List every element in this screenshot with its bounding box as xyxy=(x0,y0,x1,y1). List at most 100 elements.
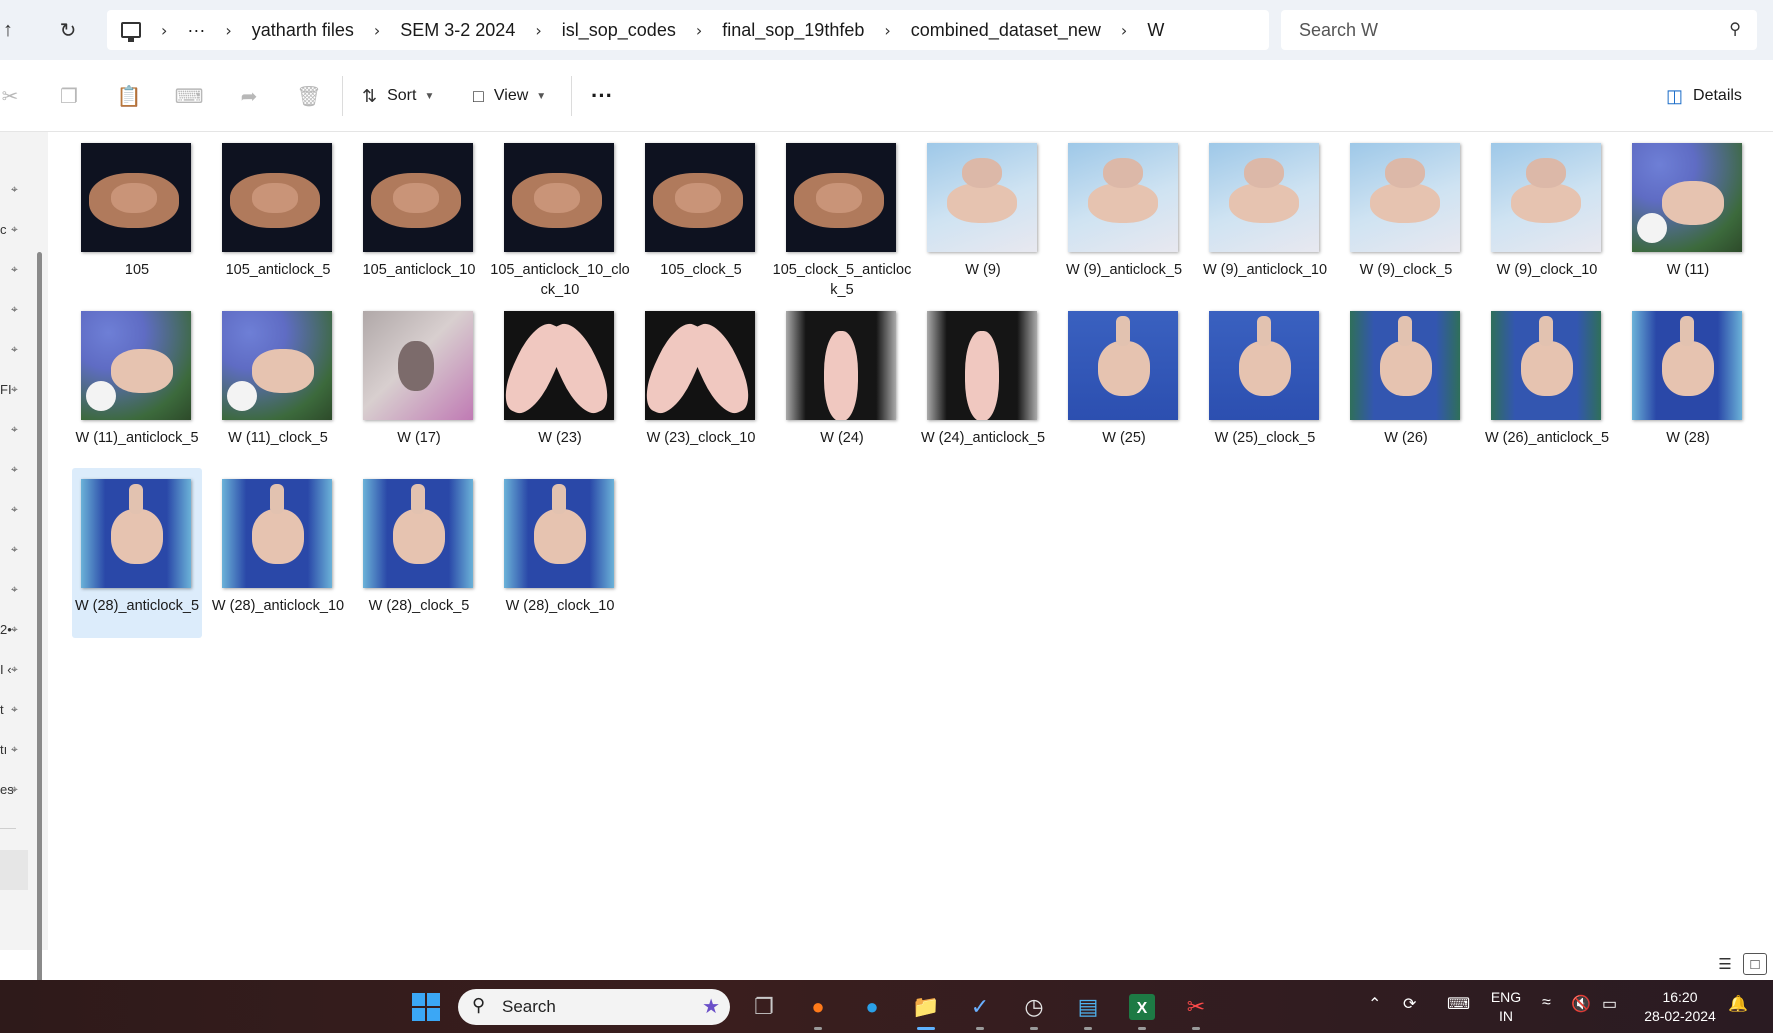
start-icon[interactable] xyxy=(409,990,443,1024)
details-button[interactable]: ◫ Details xyxy=(1666,82,1742,110)
breadcrumb-item-current[interactable]: W xyxy=(1147,20,1164,41)
breadcrumb-overflow[interactable]: ··· xyxy=(187,20,205,41)
battery-icon[interactable]: ▭ xyxy=(1602,994,1617,1014)
file-item[interactable]: 105_anticlock_10_clock_10 xyxy=(490,132,630,302)
this-pc-icon[interactable] xyxy=(121,22,141,42)
quick-access-label: 2• xyxy=(0,622,12,637)
file-item[interactable]: W (11) xyxy=(1623,132,1753,302)
keyboard-icon[interactable]: ⌨ xyxy=(1447,994,1470,1014)
file-name: W (28) xyxy=(1666,430,1710,446)
file-explorer-icon[interactable]: 📁 xyxy=(909,990,943,1030)
quick-access-item[interactable]: ⌖ xyxy=(0,260,30,280)
quick-access-item[interactable]: tı ⌖ xyxy=(0,740,30,760)
more-options-button[interactable]: ··· xyxy=(591,82,613,110)
todo-icon[interactable]: ✓ xyxy=(963,990,997,1030)
quick-access-item[interactable]: ⌖ xyxy=(0,180,30,200)
file-item[interactable]: W (9) xyxy=(918,132,1048,302)
task-view-icon[interactable]: ❐ xyxy=(747,990,781,1024)
speaker-muted-icon[interactable]: 🔇 xyxy=(1571,994,1591,1014)
language-indicator[interactable]: ENG IN xyxy=(1488,988,1524,1026)
file-item[interactable]: W (26)_anticlock_5 xyxy=(1482,300,1612,470)
file-item[interactable]: W (23)_clock_10 xyxy=(636,300,766,470)
quick-access-item[interactable]: ⌖ xyxy=(0,460,30,480)
file-item[interactable]: W (25)_clock_5 xyxy=(1200,300,1330,470)
file-item[interactable]: W (11)_clock_5 xyxy=(213,300,343,470)
search-input[interactable]: Search W ⚲ xyxy=(1281,10,1757,50)
taskbar-search-box[interactable]: ⚲ Search ★ xyxy=(458,989,730,1025)
quick-access-item[interactable]: es ⌖ xyxy=(0,780,30,800)
cut-icon[interactable]: ✂ xyxy=(0,82,24,110)
file-item[interactable]: 105_anticlock_5 xyxy=(213,132,343,302)
quick-access-item[interactable]: ⌖ xyxy=(0,540,30,560)
quick-access-item[interactable]: ⌖ xyxy=(0,340,30,360)
file-name: 105 xyxy=(124,262,150,278)
file-name: 105_clock_5 xyxy=(660,262,742,278)
breadcrumb-item[interactable]: combined_dataset_new xyxy=(911,20,1101,41)
details-view-icon[interactable]: ☰ xyxy=(1713,953,1737,975)
file-item[interactable]: W (28)_anticlock_5 xyxy=(72,468,202,638)
quick-access-item[interactable]: ⌖ xyxy=(0,300,30,320)
file-item[interactable]: W (9)_clock_10 xyxy=(1482,132,1612,302)
up-arrow-icon[interactable]: ↑ xyxy=(0,14,24,46)
paste-icon[interactable]: 📋 xyxy=(115,82,143,110)
nav-scrollbar[interactable] xyxy=(37,252,42,1022)
file-item[interactable]: W (25) xyxy=(1059,300,1189,470)
file-item[interactable]: 105 xyxy=(72,132,202,302)
snipping-tool-icon[interactable]: ✂ xyxy=(1179,990,1213,1030)
breadcrumb-item[interactable]: yatharth files xyxy=(252,20,354,41)
quick-access-item[interactable]: FI ⌖ xyxy=(0,380,30,400)
excel-icon[interactable]: X xyxy=(1125,990,1159,1030)
pin-icon: ⌖ xyxy=(11,502,18,516)
file-item[interactable]: W (23) xyxy=(495,300,625,470)
file-item[interactable]: W (28) xyxy=(1623,300,1753,470)
region-line: IN xyxy=(1499,1008,1513,1024)
nav-selected-item[interactable] xyxy=(0,850,28,890)
quick-access-item[interactable]: c ⌖ xyxy=(0,220,30,240)
file-item[interactable]: W (26) xyxy=(1341,300,1471,470)
refresh-icon[interactable]: ↻ xyxy=(52,14,84,46)
breadcrumb[interactable]: › ··· › yatharth files › SEM 3-2 2024 › … xyxy=(107,10,1269,50)
thumbnail-shape xyxy=(270,484,284,514)
file-thumbnail xyxy=(504,143,614,252)
file-item[interactable]: W (9)_anticlock_10 xyxy=(1200,132,1330,302)
quick-access-item[interactable]: I ‹ ⌖ xyxy=(0,660,30,680)
sort-button[interactable]: ⇅ Sort ▼ xyxy=(362,82,434,110)
chevron-up-icon[interactable]: ⌃ xyxy=(1368,994,1381,1014)
file-item[interactable]: W (24) xyxy=(777,300,907,470)
notification-bell-icon[interactable]: 🔔 xyxy=(1728,994,1748,1014)
thumbnail-shape xyxy=(1239,341,1291,396)
file-item[interactable]: 105_clock_5_anticlock_5 xyxy=(773,132,911,302)
sync-icon[interactable]: ⟳ xyxy=(1403,994,1416,1014)
quick-access-item[interactable]: t ⌖ xyxy=(0,700,30,720)
breadcrumb-item[interactable]: isl_sop_codes xyxy=(562,20,676,41)
breadcrumb-item[interactable]: final_sop_19thfeb xyxy=(722,20,864,41)
file-item[interactable]: W (17) xyxy=(354,300,484,470)
file-item[interactable]: W (28)_anticlock_10 xyxy=(212,468,344,638)
copy-icon[interactable]: ❐ xyxy=(55,82,83,110)
quick-access-item[interactable]: 2• ⌖ xyxy=(0,620,30,640)
file-item[interactable]: 105_anticlock_10 xyxy=(354,132,484,302)
notepad-icon[interactable]: ▤ xyxy=(1071,990,1105,1030)
file-item[interactable]: W (24)_anticlock_5 xyxy=(918,300,1048,470)
file-item[interactable]: W (9)_anticlock_5 xyxy=(1059,132,1189,302)
view-button[interactable]: □ View ▼ xyxy=(473,82,546,110)
file-item[interactable]: W (9)_clock_5 xyxy=(1341,132,1471,302)
file-item[interactable]: W (11)_anticlock_5 xyxy=(72,300,202,470)
edge-icon[interactable]: ● xyxy=(855,990,889,1024)
quick-access-item[interactable]: ⌖ xyxy=(0,500,30,520)
wifi-icon[interactable]: ≈ xyxy=(1542,994,1551,1012)
large-icons-view-icon[interactable]: □ xyxy=(1743,953,1767,975)
file-item[interactable]: W (28)_clock_10 xyxy=(495,468,625,638)
delete-icon[interactable]: 🗑 xyxy=(295,82,323,110)
rename-icon[interactable]: ⌨ xyxy=(175,82,204,110)
file-name: 105_anticlock_10_clock_10 xyxy=(490,262,630,298)
firefox-icon[interactable]: ● xyxy=(801,990,835,1030)
file-item[interactable]: 105_clock_5 xyxy=(636,132,766,302)
breadcrumb-item[interactable]: SEM 3-2 2024 xyxy=(400,20,515,41)
file-item[interactable]: W (28)_clock_5 xyxy=(354,468,484,638)
clock-icon[interactable]: ◷ xyxy=(1017,990,1051,1030)
quick-access-item[interactable]: ⌖ xyxy=(0,580,30,600)
share-icon[interactable]: ➦ xyxy=(235,82,263,110)
system-clock[interactable]: 16:20 28-02-2024 xyxy=(1640,988,1720,1026)
quick-access-item[interactable]: ⌖ xyxy=(0,420,30,440)
